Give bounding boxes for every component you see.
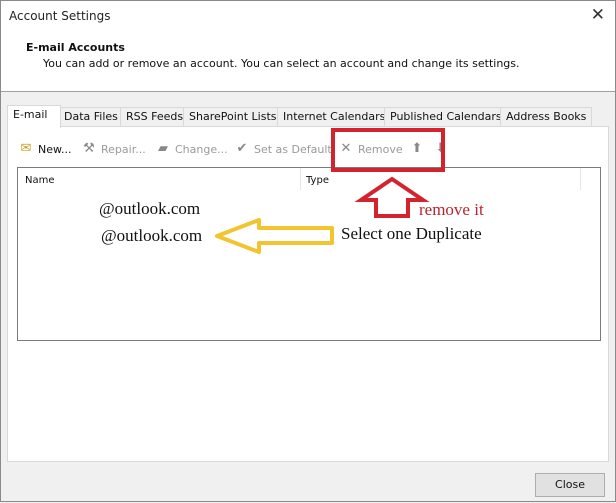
new-account-icon: ✉ bbox=[20, 141, 32, 156]
select-duplicate-annotation: Select one Duplicate bbox=[341, 224, 482, 243]
remove-label: Remove bbox=[358, 142, 403, 156]
tab-published-calendars[interactable]: Published Calendars bbox=[384, 107, 502, 126]
column-header-type[interactable]: Type bbox=[306, 175, 329, 186]
remove-button[interactable]: ✕ Remove bbox=[338, 141, 403, 157]
change-button[interactable]: ▰ Change... bbox=[155, 141, 228, 157]
column-separator[interactable] bbox=[580, 168, 581, 190]
account-row[interactable]: @outlook.com bbox=[101, 226, 202, 246]
repair-tools-icon: ⚒ bbox=[83, 141, 95, 156]
arrow-up-icon: ⬆ bbox=[411, 141, 423, 156]
repair-button[interactable]: ⚒ Repair... bbox=[81, 141, 146, 157]
header-title: E-mail Accounts bbox=[26, 41, 125, 54]
close-button[interactable]: Close bbox=[535, 473, 605, 497]
column-header-name[interactable]: Name bbox=[25, 175, 55, 186]
header-subtitle: You can add or remove an account. You ca… bbox=[43, 57, 520, 70]
new-button[interactable]: ✉ New... bbox=[18, 141, 72, 157]
checkmark-circle-icon: ✔ bbox=[236, 141, 248, 156]
tab-address-books[interactable]: Address Books bbox=[500, 107, 592, 126]
dialog-header: E-mail Accounts You can add or remove an… bbox=[1, 33, 615, 92]
x-icon: ✕ bbox=[340, 141, 352, 156]
move-down-button[interactable]: ⬇ bbox=[433, 141, 449, 157]
account-settings-dialog: Account Settings ✕ E-mail Accounts You c… bbox=[0, 0, 616, 502]
column-separator[interactable] bbox=[300, 168, 301, 190]
arrow-down-icon: ⬇ bbox=[435, 141, 447, 156]
close-icon[interactable]: ✕ bbox=[591, 5, 605, 25]
remove-it-annotation: remove it bbox=[419, 200, 484, 219]
account-list[interactable]: Name Type @outlook.com @outlook.com bbox=[17, 167, 601, 341]
window-title: Account Settings bbox=[9, 9, 111, 23]
tab-sharepoint-lists[interactable]: SharePoint Lists bbox=[183, 107, 280, 126]
change-icon: ▰ bbox=[158, 141, 168, 156]
account-row[interactable]: @outlook.com bbox=[99, 199, 200, 219]
repair-label: Repair... bbox=[101, 142, 146, 156]
change-label: Change... bbox=[175, 142, 228, 156]
tab-internet-calendars[interactable]: Internet Calendars bbox=[277, 107, 387, 126]
email-tab-panel: ✉ New... ⚒ Repair... ▰ Change... ✔ Set a… bbox=[7, 126, 609, 462]
set-default-label: Set as Default bbox=[254, 142, 332, 156]
new-label: New... bbox=[38, 142, 72, 156]
tab-rss-feeds[interactable]: RSS Feeds bbox=[120, 107, 185, 126]
tab-email[interactable]: E-mail bbox=[7, 105, 61, 128]
move-up-button[interactable]: ⬆ bbox=[409, 141, 425, 157]
title-bar: Account Settings ✕ bbox=[1, 1, 615, 33]
tab-data-files[interactable]: Data Files bbox=[58, 107, 122, 126]
set-default-button[interactable]: ✔ Set as Default bbox=[234, 141, 332, 157]
